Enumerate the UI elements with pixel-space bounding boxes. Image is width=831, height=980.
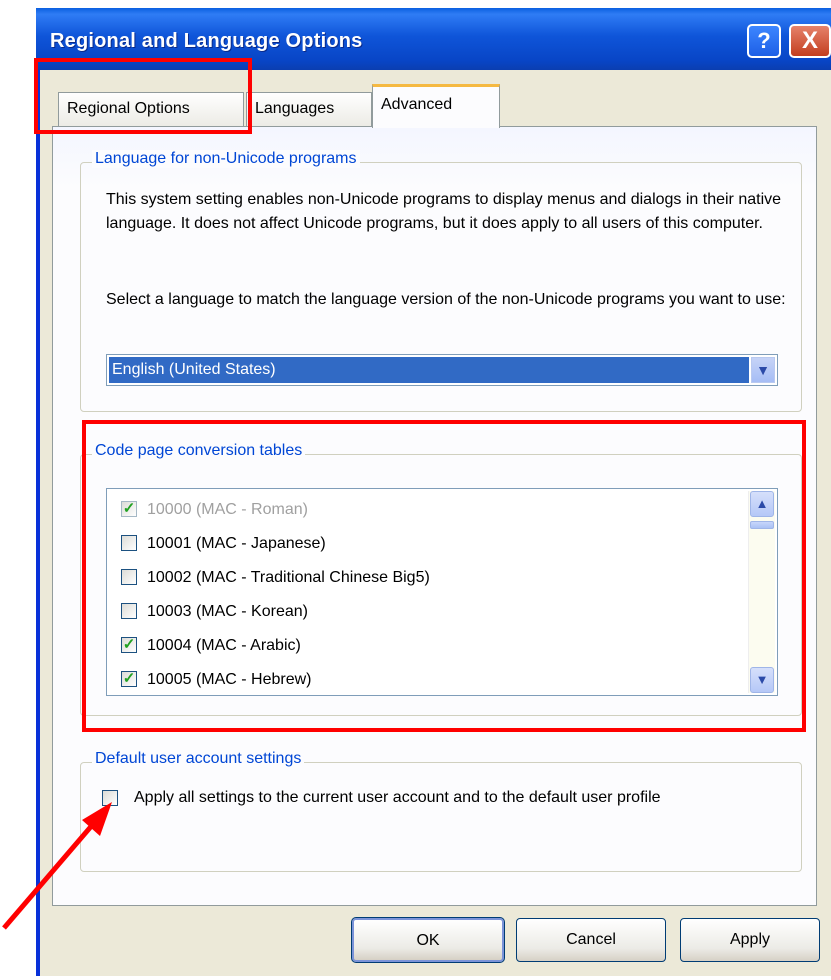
cancel-button[interactable]: Cancel <box>516 918 666 962</box>
window-title: Regional and Language Options <box>50 30 363 52</box>
language-select-prompt: Select a language to match the language … <box>106 291 786 308</box>
language-dropdown[interactable]: English (United States) ▼ <box>106 354 778 386</box>
ok-button[interactable]: OK <box>351 917 505 963</box>
language-dropdown-value: English (United States) <box>109 357 749 383</box>
close-button[interactable]: X <box>789 24 831 58</box>
tab-languages[interactable]: Languages <box>246 92 372 126</box>
help-button[interactable]: ? <box>747 24 781 58</box>
non-unicode-description: This system setting enables non-Unicode … <box>106 191 782 232</box>
apply-button[interactable]: Apply <box>680 918 820 962</box>
non-unicode-legend: Language for non-Unicode programs <box>92 150 360 168</box>
chevron-down-icon[interactable]: ▼ <box>751 357 775 383</box>
default-user-legend: Default user account settings <box>92 750 305 768</box>
tab-advanced[interactable]: Advanced <box>372 84 500 128</box>
highlight-box-code-pages <box>82 420 806 732</box>
apply-default-label[interactable]: Apply all settings to the current user a… <box>134 786 754 810</box>
annotation-arrow-icon <box>2 802 112 930</box>
default-user-group <box>80 762 802 872</box>
highlight-box-tab <box>34 58 252 134</box>
